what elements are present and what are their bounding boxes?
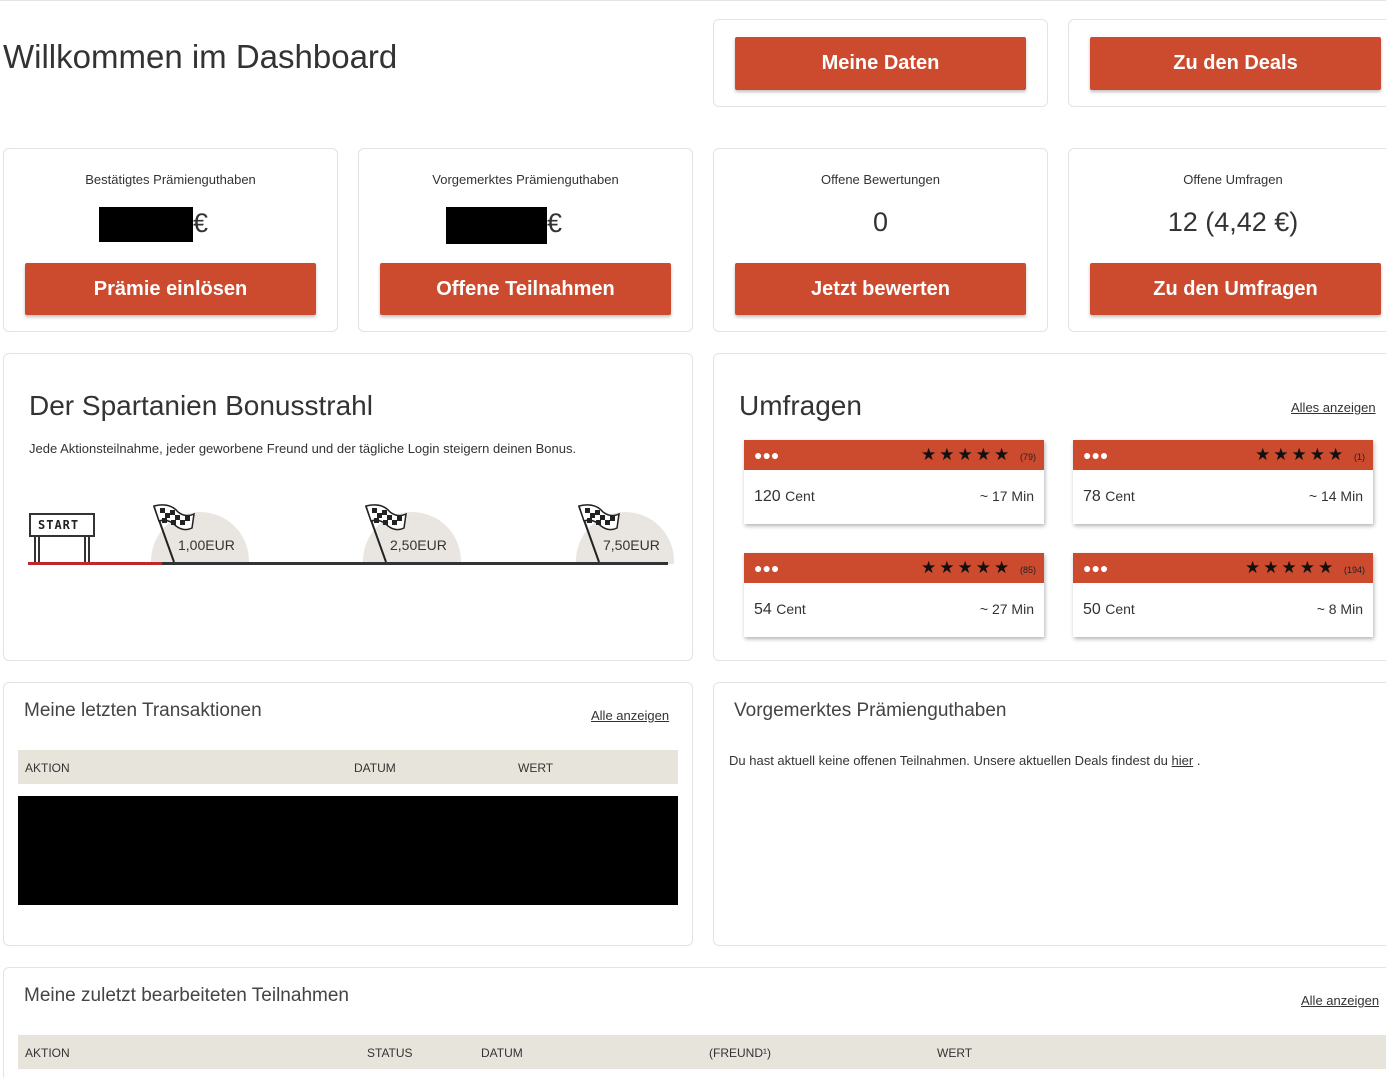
column-header: AKTION [25, 1046, 70, 1060]
survey-tile[interactable]: ●●● ★★★★★ (85) 54 Cent ~ 27 Min [744, 553, 1044, 637]
reviews-value: 0 [872, 207, 889, 237]
bonus-progress [28, 562, 162, 565]
survey-duration: ~ 27 Min [979, 601, 1034, 617]
deals-button[interactable]: Zu den Deals [1090, 37, 1381, 90]
column-header: DATUM [481, 1046, 523, 1060]
column-header: WERT [937, 1046, 973, 1060]
transactions-title: Meine letzten Transaktionen [24, 700, 262, 721]
surveys-show-all-link[interactable]: Alles anzeigen [1291, 400, 1376, 415]
deals-card: Zu den Deals [1068, 19, 1386, 107]
rating-stars: ★★★★★ (1) [1255, 445, 1365, 464]
participations-card: Meine zuletzt bearbeiteten Teilnahmen Al… [3, 967, 1386, 1078]
checkered-flag-icon [153, 504, 195, 563]
bonus-card: Der Spartanien Bonusstrahl Jede Aktionst… [3, 353, 693, 661]
to-surveys-button[interactable]: Zu den Umfragen [1090, 263, 1381, 315]
rating-stars: ★★★★★ (85) [921, 558, 1036, 577]
column-header: STATUS [367, 1046, 413, 1060]
surveys-section-card: Umfragen Alles anzeigen ●●● ★★★★★ (79) 1… [713, 353, 1386, 661]
milestone-label: 2,50EUR [390, 537, 447, 553]
users-icon: ●●● [754, 560, 780, 576]
users-icon: ●●● [1083, 447, 1109, 463]
surveys-section-title: Umfragen [739, 390, 862, 421]
surveys-value: 12 (4,42 €) [1167, 207, 1299, 237]
survey-duration: ~ 14 Min [1308, 488, 1363, 504]
confirmed-currency: € [193, 208, 209, 238]
rating-stars: ★★★★★ (194) [1245, 558, 1365, 577]
participations-show-all-link[interactable]: Alle anzeigen [1301, 993, 1379, 1008]
survey-reward: 54 Cent [754, 601, 806, 618]
rating-stars: ★★★★★ (79) [921, 445, 1036, 464]
survey-tile[interactable]: ●●● ★★★★★ (1) 78 Cent ~ 14 Min [1073, 440, 1373, 524]
transactions-card: Meine letzten Transaktionen Alle anzeige… [3, 682, 693, 946]
redacted-value [99, 207, 193, 242]
checkered-flag-icon [365, 504, 407, 563]
transactions-show-all-link[interactable]: Alle anzeigen [591, 708, 669, 723]
survey-tile[interactable]: ●●● ★★★★★ (79) 120 Cent ~ 17 Min [744, 440, 1044, 524]
milestone-label: 7,50EUR [603, 537, 660, 553]
participations-title: Meine zuletzt bearbeiteten Teilnahmen [24, 985, 349, 1006]
confirmed-balance-label: Bestätigtes Prämienguthaben [85, 172, 256, 187]
reviews-label: Offene Bewertungen [820, 172, 940, 187]
survey-tile[interactable]: ●●● ★★★★★ (194) 50 Cent ~ 8 Min [1073, 553, 1373, 637]
deals-here-link[interactable]: hier [1172, 753, 1194, 768]
users-icon: ●●● [1083, 560, 1109, 576]
transactions-table-header: AKTION DATUM WERT [18, 750, 678, 784]
my-data-button[interactable]: Meine Daten [735, 37, 1026, 90]
column-header: AKTION [25, 761, 70, 775]
surveys-label: Offene Umfragen [1183, 172, 1283, 187]
survey-tile-header: ●●● ★★★★★ (85) [744, 553, 1044, 583]
top-divider [0, 0, 1386, 1]
participations-table-header: AKTION STATUS DATUM (FREUND¹) WERT [18, 1035, 1386, 1069]
checkered-flag-icon [578, 504, 620, 563]
users-icon: ●●● [754, 447, 780, 463]
survey-duration: ~ 17 Min [979, 488, 1034, 504]
redeem-button[interactable]: Prämie einlösen [25, 263, 316, 315]
pending-balance-label: Vorgemerktes Prämienguthaben [432, 172, 619, 187]
my-data-card: Meine Daten [713, 19, 1048, 107]
start-label: START [38, 518, 80, 532]
survey-duration: ~ 8 Min [1316, 601, 1363, 617]
pending-currency: € [547, 208, 563, 238]
survey-reward: 120 Cent [754, 488, 815, 505]
pending-balance-card: Vorgemerktes Prämienguthaben € Offene Te… [358, 148, 693, 332]
redacted-table-body [18, 796, 678, 905]
page-title: Willkommen im Dashboard [3, 38, 398, 75]
bonus-title: Der Spartanien Bonusstrahl [29, 390, 373, 421]
survey-reward: 78 Cent [1083, 488, 1135, 505]
column-header: (FREUND¹) [709, 1046, 771, 1060]
survey-tile-header: ●●● ★★★★★ (194) [1073, 553, 1373, 583]
survey-tile-header: ●●● ★★★★★ (79) [744, 440, 1044, 470]
survey-tile-header: ●●● ★★★★★ (1) [1073, 440, 1373, 470]
column-header: WERT [518, 761, 554, 775]
redacted-value [446, 207, 547, 244]
bonus-description: Jede Aktionsteilnahme, jeder geworbene F… [29, 441, 577, 456]
column-header: DATUM [354, 761, 396, 775]
pending-section-text: Du hast aktuell keine offenen Teilnahmen… [729, 753, 1201, 768]
surveys-card: Offene Umfragen 12 (4,42 €) Zu den Umfra… [1068, 148, 1386, 332]
confirmed-balance-card: Bestätigtes Prämienguthaben € Prämie ein… [3, 148, 338, 332]
reviews-card: Offene Bewertungen 0 Jetzt bewerten [713, 148, 1048, 332]
rate-now-button[interactable]: Jetzt bewerten [735, 263, 1026, 315]
milestone-label: 1,00EUR [178, 537, 235, 553]
pending-section-card: Vorgemerktes Prämienguthaben Du hast akt… [713, 682, 1386, 946]
survey-reward: 50 Cent [1083, 601, 1135, 618]
pending-section-title: Vorgemerktes Prämienguthaben [734, 700, 1007, 721]
open-participations-button[interactable]: Offene Teilnahmen [380, 263, 671, 315]
